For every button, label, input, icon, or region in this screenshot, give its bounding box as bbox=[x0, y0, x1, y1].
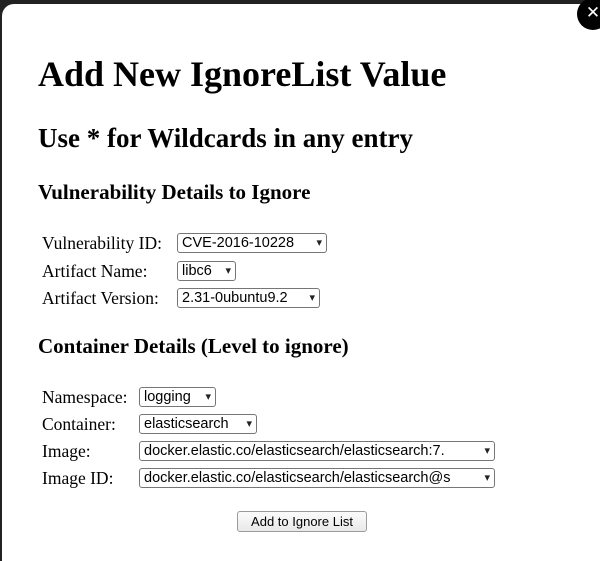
chevron-down-icon: ▾ bbox=[205, 391, 211, 403]
namespace-label: Namespace: bbox=[42, 387, 128, 407]
add-ignorelist-modal: ✕ Add New IgnoreList Value Use * for Wil… bbox=[2, 0, 600, 561]
image-label: Image: bbox=[42, 441, 91, 461]
chevron-down-icon: ▾ bbox=[246, 418, 252, 430]
image-id-select[interactable]: docker.elastic.co/elasticsearch/elastics… bbox=[139, 468, 495, 488]
namespace-value: logging bbox=[144, 389, 191, 405]
container-label: Container: bbox=[42, 414, 116, 434]
container-select[interactable]: elasticsearch ▾ bbox=[139, 414, 257, 434]
artifact-version-select[interactable]: 2.31-0ubuntu9.2 ▾ bbox=[177, 288, 320, 308]
image-value: docker.elastic.co/elasticsearch/elastics… bbox=[144, 443, 445, 459]
artifact-version-value: 2.31-0ubuntu9.2 bbox=[182, 290, 288, 306]
chevron-down-icon: ▾ bbox=[316, 237, 322, 249]
artifact-name-select[interactable]: libc6 ▾ bbox=[177, 261, 236, 281]
vulnerability-id-value: CVE-2016-10228 bbox=[182, 235, 295, 251]
artifact-version-label: Artifact Version: bbox=[42, 288, 159, 308]
wildcard-hint: Use * for Wildcards in any entry bbox=[38, 123, 414, 153]
close-button[interactable]: ✕ bbox=[577, 0, 600, 30]
container-value: elasticsearch bbox=[144, 416, 229, 432]
vulnerability-id-label: Vulnerability ID: bbox=[42, 233, 162, 253]
artifact-name-label: Artifact Name: bbox=[42, 261, 148, 281]
chevron-down-icon: ▾ bbox=[225, 265, 231, 277]
namespace-select[interactable]: logging ▾ bbox=[139, 387, 216, 407]
vulnerability-id-select[interactable]: CVE-2016-10228 ▾ bbox=[177, 233, 327, 253]
vulnerability-section-heading: Vulnerability Details to Ignore bbox=[38, 180, 311, 204]
close-icon: ✕ bbox=[585, 3, 600, 23]
modal-title: Add New IgnoreList Value bbox=[38, 54, 447, 94]
image-select[interactable]: docker.elastic.co/elasticsearch/elastics… bbox=[139, 441, 495, 461]
artifact-name-value: libc6 bbox=[182, 263, 212, 279]
chevron-down-icon: ▾ bbox=[484, 445, 490, 457]
image-id-label: Image ID: bbox=[42, 468, 114, 488]
chevron-down-icon: ▾ bbox=[484, 472, 490, 484]
container-section-heading: Container Details (Level to ignore) bbox=[38, 334, 349, 358]
image-id-value: docker.elastic.co/elasticsearch/elastics… bbox=[144, 470, 451, 486]
chevron-down-icon: ▾ bbox=[309, 292, 315, 304]
add-to-ignore-list-button[interactable]: Add to Ignore List bbox=[237, 511, 367, 532]
